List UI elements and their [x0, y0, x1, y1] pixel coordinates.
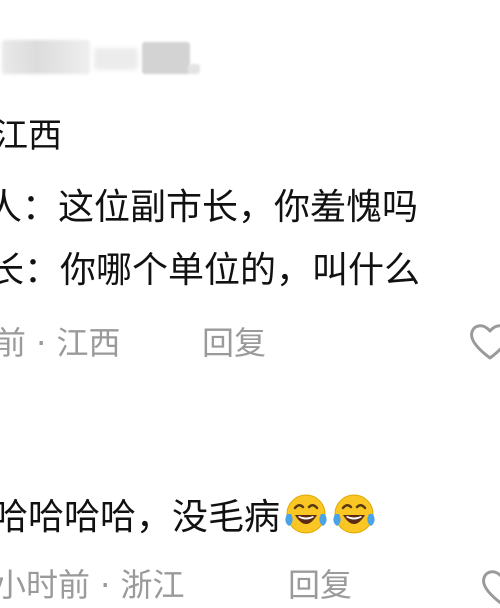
blurred-username: [2, 40, 202, 76]
reply-button[interactable]: 回复: [202, 318, 266, 364]
comment-meta: 前 · 江西: [0, 324, 121, 362]
comment-line: 长：你哪个单位的，叫什么: [0, 250, 421, 291]
comment-text: 哈哈哈哈，没毛病: [0, 497, 281, 538]
like-icon[interactable]: [468, 322, 500, 362]
comment-meta: 小时前 · 浙江: [0, 566, 185, 604]
comment-body: 哈哈哈哈，没毛病: [0, 488, 376, 540]
laughing-tears-icon: [333, 494, 375, 534]
laughing-tears-icon: [285, 494, 327, 534]
comment-region-label: 江西: [0, 116, 62, 156]
reply-button[interactable]: 回复: [288, 560, 352, 606]
comment-line: 人：这位副市长，你羞愧吗: [0, 187, 419, 228]
like-icon[interactable]: [480, 568, 500, 608]
